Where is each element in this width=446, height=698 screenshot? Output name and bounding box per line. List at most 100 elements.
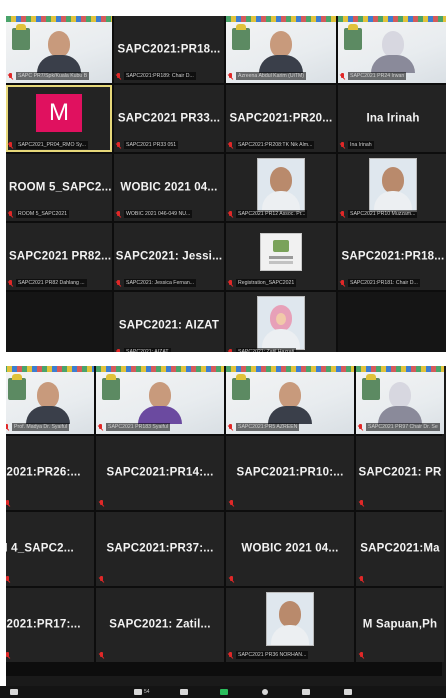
participant-tile[interactable]: SAPC2021 PR24 Irwan [338, 16, 446, 83]
participant-person [37, 31, 81, 73]
participant-display-name: C2021:PR26:... [6, 466, 81, 479]
participant-tile[interactable]: SAPC2021:PR37:... [96, 512, 224, 586]
participant-display-name: C2021:PR17:... [6, 618, 81, 631]
participant-tile[interactable]: SAPC2021 PR33... SAPC2021 PR33 051 [114, 85, 224, 152]
mic-muted-icon [228, 210, 234, 218]
participant-tile[interactable]: WOBIC 2021 04... WOBIC 2021 046-049 NU... [114, 154, 224, 221]
participant-display-name: SAPC2021:PR18... [341, 249, 445, 262]
participant-tile[interactable]: WOBIC 2021 04... [226, 512, 354, 586]
mic-muted-icon [340, 141, 346, 149]
mic-muted-icon [8, 279, 14, 287]
mic-muted-icon [6, 652, 11, 659]
participant-person [26, 382, 70, 424]
reactions-button[interactable] [344, 688, 352, 696]
mic-muted-icon [116, 141, 122, 149]
participant-tile[interactable]: Registration_SAPC2021 [226, 223, 336, 290]
participant-tile[interactable]: C2021:PR26:... [6, 436, 94, 510]
participant-display-name: SAPC2021:PR18... [117, 42, 221, 55]
participant-tile[interactable]: SAPC2021 PR183 Syaiful [96, 366, 224, 434]
participant-tile[interactable]: SAPC2021: PR [356, 436, 444, 510]
participant-tile[interactable]: SAPC2021:PR14:... [96, 436, 224, 510]
participant-tile[interactable]: SAPC2021 PR82... SAPC2021 PR82 Dahlang ..… [6, 223, 112, 290]
participant-tile[interactable]: SAPC2021:PR5 AZREEN [226, 366, 354, 434]
participant-tile[interactable]: SAPC2021:PR20... SAPC2021:PR208:TK Nik Al… [226, 85, 336, 152]
participant-tile[interactable]: SAPC2021:Ma [356, 512, 444, 586]
participant-tile[interactable]: M SAPC2021_PR04_RMO Sy... [6, 85, 112, 152]
mic-muted-icon [6, 576, 11, 583]
participant-tile[interactable]: C2021:PR17:... [6, 588, 94, 662]
chat-button[interactable] [180, 688, 188, 696]
meeting-toolbar: 54 [0, 686, 446, 698]
participant-tile[interactable]: SAPC2021 PR12 Assoc. Pr... [226, 154, 336, 221]
participants-button[interactable]: 54 [134, 688, 150, 696]
mute-icon [10, 689, 18, 695]
participant-tile[interactable]: SAPC PR7/Spk/Kuala Kubu B [6, 16, 112, 83]
mute-button[interactable] [10, 688, 18, 696]
mic-muted-icon [359, 576, 365, 583]
participant-tile[interactable]: M Sapuan,Ph [356, 588, 444, 662]
participant-name-caption: Prof. Madya Dr. Syaiful [6, 422, 92, 432]
participant-tile[interactable]: SAPC2021:PR10:... [226, 436, 354, 510]
participant-tile[interactable]: SAPC2021 PR97 Chair Dr. Se [356, 366, 444, 434]
participant-name-caption: SAPC2021:PR181: Chair D... [340, 278, 446, 288]
participant-name-caption: SAPC PR7/Spk/Kuala Kubu B [8, 71, 110, 81]
mic-muted-icon [228, 141, 234, 149]
mic-muted-icon [8, 72, 14, 80]
participant-caption-text: Ina Irinah [348, 141, 374, 149]
conference-banner [6, 16, 112, 22]
participant-caption-text: SAPC2021 PR97 Chair Dr. Se [366, 423, 440, 431]
mic-muted-icon [228, 72, 234, 80]
share-screen-button[interactable] [220, 688, 228, 696]
participant-tile[interactable]: SAPC2021: Zatil... [96, 588, 224, 662]
participant-name-caption: SAPC2021 PR97 Chair Dr. Se [358, 422, 442, 432]
mic-muted-icon [340, 72, 346, 80]
mic-muted-icon [359, 500, 365, 507]
participant-tile[interactable]: M 4_SAPC2... [6, 512, 94, 586]
participant-grid-top: SAPC PR7/Spk/Kuala Kubu B SAPC2021:PR18..… [6, 16, 446, 352]
participant-caption-text: SAPC2021: Zatil Hazrati [236, 348, 297, 352]
conference-logo [8, 374, 26, 400]
mic-muted-icon [228, 423, 234, 431]
mic-muted-icon [116, 279, 122, 287]
mic-muted-icon [358, 423, 364, 431]
participant-tile[interactable]: SAPC2021: Zatil Hazrati [226, 292, 336, 352]
participant-tile[interactable]: SAPC2021: Jessi... SAPC2021: Jessica Fern… [114, 223, 224, 290]
participant-tile[interactable]: SAPC2021:PR18... SAPC2021:PR189: Chair D.… [114, 16, 224, 83]
participant-count: 54 [144, 689, 150, 695]
participant-tile[interactable]: SAPC2021: AIZAT SAPC2021: AIZAT [114, 292, 224, 352]
participant-name-caption: SAPC2021: Jessica Fernan... [116, 278, 222, 288]
participant-display-name: Ina Irinah [366, 111, 420, 124]
participant-name-caption: SAPC2021 PR36 NORHAN... [228, 650, 352, 660]
participant-name-caption: SAPC2021:PR208:TK Nik Alm... [228, 140, 334, 150]
mic-muted-icon [6, 423, 10, 431]
participant-tile[interactable]: ROOM 5_SAPC2... ROOM 5_SAPC2021 [6, 154, 112, 221]
participant-display-name: SAPC2021: Jessi... [115, 249, 223, 262]
participant-tile[interactable]: SAPC2021 PR36 NORHAN... [226, 588, 354, 662]
participant-name-caption: SAPC2021: Zatil Hazrati [228, 347, 334, 352]
conference-banner [6, 366, 94, 372]
participant-tile[interactable]: Azreena Abdul Karim (UiTM) [226, 16, 336, 83]
participant-tile[interactable]: Prof. Madya Dr. Syaiful [6, 366, 94, 434]
participant-person [378, 382, 422, 424]
record-icon [262, 689, 268, 695]
participant-tile[interactable]: Ina Irinah Ina Irinah [338, 85, 446, 152]
participant-display-name: SAPC2021 PR33... [117, 111, 221, 124]
participants-icon [134, 689, 142, 695]
chat-icon [180, 689, 188, 695]
record-button[interactable] [262, 688, 268, 696]
participant-caption-text: SAPC2021 PR10 Muzzam... [348, 210, 418, 218]
conference-logo [232, 374, 250, 400]
participant-display-name: M 4_SAPC2... [6, 542, 74, 555]
participant-caption-text: SAPC2021_PR04_RMO Sy... [16, 141, 88, 149]
participant-tile[interactable]: SAPC2021 PR10 Muzzam... [338, 154, 446, 221]
participant-display-name: SAPC2021:Ma [360, 542, 440, 555]
participant-person [268, 382, 312, 424]
participant-name-caption: SAPC2021: AIZAT [116, 347, 222, 352]
breakout-rooms-button[interactable] [302, 688, 310, 696]
participant-caption-text: Prof. Madya Dr. Syaiful [12, 423, 70, 431]
registration-slide-thumbnail [260, 233, 302, 271]
conference-banner [226, 366, 354, 372]
participant-caption-text: Registration_SAPC2021 [236, 279, 297, 287]
share-screen-icon [220, 689, 228, 695]
participant-tile[interactable]: SAPC2021:PR18... SAPC2021:PR181: Chair D.… [338, 223, 446, 290]
